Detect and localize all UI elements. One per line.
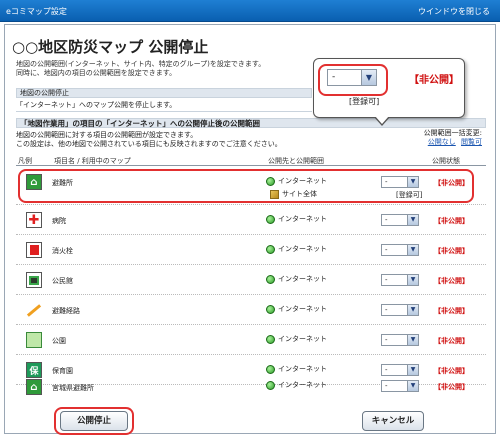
item-name: 消火栓 <box>52 247 73 255</box>
intro-text: 地図の公開範囲(インターネット、サイト内、特定のグループ)を設定できます。 同時… <box>16 60 316 78</box>
scope-label: インターネット <box>278 245 327 253</box>
item-scope-description: 地図の公開範囲に対する項目の公開範囲が設定できます。 この設定は、他の地図で公開… <box>16 131 346 149</box>
globe-icon <box>266 334 275 344</box>
fire-hydrant-icon <box>26 242 42 258</box>
scope-label: インターネット <box>278 275 327 283</box>
scope-label: インターネット <box>278 381 327 389</box>
callout-registration-note: [登録可] <box>349 97 380 106</box>
scope-label: インターネット <box>278 305 327 313</box>
description-line: この設定は、他の地図で公開されている項目にも反映されますのでご注意ください。 <box>16 140 282 148</box>
map-public-text: 「インターネット」へのマップ公開を停止します。 <box>16 100 312 112</box>
scope: インターネット <box>266 214 327 224</box>
hospital-icon: ✚ <box>26 212 42 228</box>
scope: インターネット <box>266 334 327 344</box>
scope: インターネット <box>266 380 327 390</box>
table-row: 消火栓 インターネット - ▼ 【非公開】 <box>16 235 486 265</box>
item-name: 病院 <box>52 217 66 225</box>
chevron-down-icon: ▼ <box>361 70 376 85</box>
scope-secondary-label: サイト全体 <box>282 190 317 198</box>
chevron-down-icon: ▼ <box>407 215 418 225</box>
bulk-none-link[interactable]: 公開なし <box>428 138 456 146</box>
globe-icon <box>266 244 275 254</box>
table-row: ✚ 病院 インターネット - ▼ 【非公開】 <box>16 205 486 235</box>
globe-icon <box>266 176 275 186</box>
item-name: 公民館 <box>52 277 73 285</box>
scope-select[interactable]: - ▼ <box>381 214 419 226</box>
park-icon <box>26 332 42 348</box>
table-row: ⌂ 宮城県避難所 インターネット - ▼ 【非公開】 <box>16 370 486 402</box>
scope-label: インターネット <box>278 177 327 185</box>
table-row: 避難経路 インターネット - ▼ 【非公開】 <box>16 295 486 325</box>
header-divider <box>16 165 486 166</box>
scope: インターネット <box>266 176 327 186</box>
scope-select[interactable]: - ▼ <box>381 380 419 392</box>
scope-label: インターネット <box>278 335 327 343</box>
status-badge: 【非公開】 <box>434 337 469 345</box>
intro-line: 地図の公開範囲(インターネット、サイト内、特定のグループ)を設定できます。 <box>16 60 266 68</box>
table-row: 公園 インターネット - ▼ 【非公開】 <box>16 325 486 355</box>
registration-note: [登録可] <box>396 191 423 199</box>
status-badge: 【非公開】 <box>434 247 469 255</box>
scope-secondary: サイト全体 <box>270 189 317 199</box>
status-badge: 【非公開】 <box>434 217 469 225</box>
item-name: 避難経路 <box>52 307 80 315</box>
window-title: eコミマップ設定 <box>6 7 67 16</box>
scope-select[interactable]: - ▼ <box>381 334 419 346</box>
table-row: ⌂ 避難所 インターネット サイト全体 - ▼ [登録可] 【非公開】 <box>16 167 486 205</box>
scope-select[interactable]: - ▼ <box>381 304 419 316</box>
item-name: 公園 <box>52 337 66 345</box>
close-window-link[interactable]: ウインドウを閉じる <box>418 6 490 17</box>
item-name: 避難所 <box>52 179 73 187</box>
globe-icon <box>266 274 275 284</box>
status-badge: 【非公開】 <box>434 307 469 315</box>
status-badge: 【非公開】 <box>434 179 469 187</box>
window-titlebar: eコミマップ設定 ウインドウを閉じる <box>0 0 500 22</box>
bulk-change-label: 公開範囲一括変更: <box>423 129 482 137</box>
chevron-down-icon: ▼ <box>407 305 418 315</box>
status-badge: 【非公開】 <box>434 277 469 285</box>
chevron-down-icon: ▼ <box>407 177 418 187</box>
description-line: 地図の公開範囲に対する項目の公開範囲が設定できます。 <box>16 131 198 139</box>
item-name: 宮城県避難所 <box>52 384 94 392</box>
chevron-down-icon: ▼ <box>407 335 418 345</box>
chevron-down-icon: ▼ <box>407 245 418 255</box>
chevron-down-icon: ▼ <box>407 381 418 391</box>
community-hall-icon <box>26 272 42 288</box>
globe-icon <box>266 214 275 224</box>
item-scope-heading: 「地図作業用」の項目の「インターネット」への公開停止後の公開範囲 <box>16 118 486 128</box>
prefecture-shelter-icon: ⌂ <box>26 379 42 395</box>
bulk-view-link[interactable]: 閲覧可 <box>461 138 482 146</box>
table-row: 公民館 インターネット - ▼ 【非公開】 <box>16 265 486 295</box>
status-badge: 【非公開】 <box>434 383 469 391</box>
scope: インターネット <box>266 274 327 284</box>
callout-status-badge: 【非公開】 <box>409 75 459 86</box>
callout-bubble: - ▼ 【非公開】 [登録可] <box>313 58 465 126</box>
bulk-change: 公開範囲一括変更: 公開なし 閲覧可 <box>424 129 482 147</box>
scope-label: インターネット <box>278 215 327 223</box>
cancel-button[interactable]: キャンセル <box>362 411 424 431</box>
callout-scope-select[interactable]: - ▼ <box>327 69 377 86</box>
chevron-down-icon: ▼ <box>407 275 418 285</box>
globe-icon <box>266 380 275 390</box>
map-public-heading: 地図の公開停止 <box>16 88 312 98</box>
site-icon <box>270 189 279 199</box>
intro-line: 同時に、地図内の項目の公開範囲を設定できます。 <box>16 69 177 77</box>
scope-select[interactable]: - ▼ <box>381 176 419 188</box>
scope: インターネット <box>266 244 327 254</box>
evacuation-route-icon <box>26 302 42 318</box>
scope: インターネット <box>266 304 327 314</box>
scope-select[interactable]: - ▼ <box>381 244 419 256</box>
stop-publishing-button[interactable]: 公開停止 <box>60 411 128 431</box>
scope-select[interactable]: - ▼ <box>381 274 419 286</box>
evacuation-shelter-icon: ⌂ <box>26 174 42 190</box>
page-title: ○○地区防災マップ 公開停止 <box>12 38 209 56</box>
globe-icon <box>266 304 275 314</box>
